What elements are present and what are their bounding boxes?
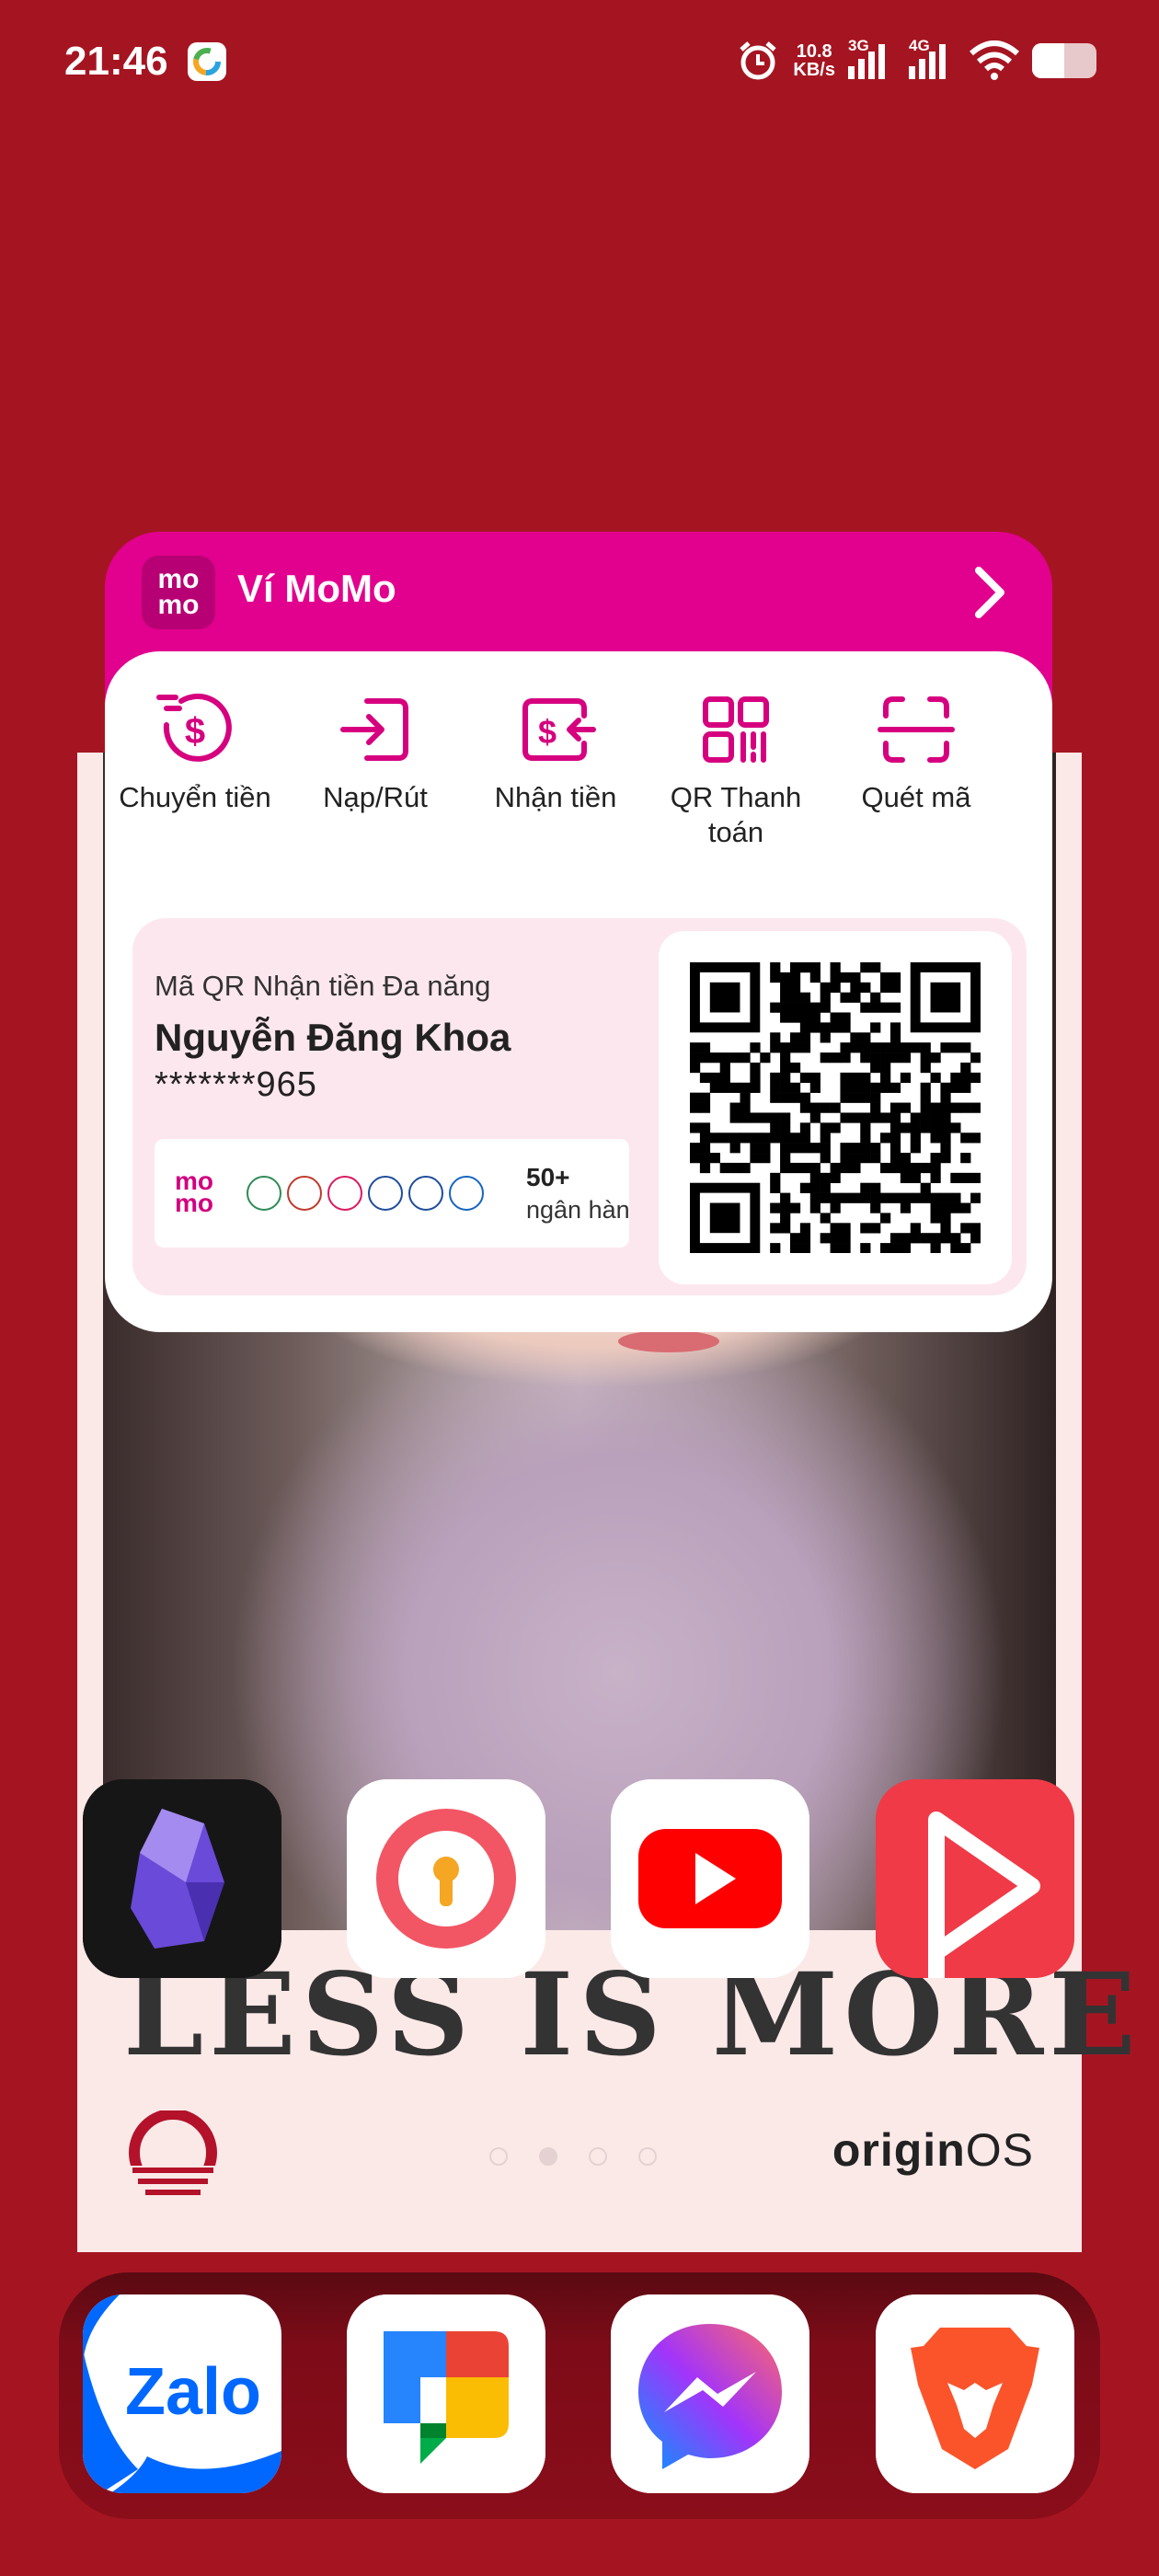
scan-code-label: Quét mã — [861, 781, 971, 813]
google-chat-icon — [347, 2294, 545, 2493]
google-chat-app[interactable] — [347, 2294, 545, 2493]
qr-code[interactable] — [659, 931, 1012, 1284]
keyhole-app-icon — [347, 1779, 545, 1978]
photo-detail — [618, 1330, 719, 1352]
video-player-app[interactable] — [876, 1779, 1074, 1978]
transfer-button[interactable]: $ Chuyển tiền — [105, 688, 285, 850]
qr-receive-card[interactable]: Mã QR Nhận tiền Đa năng Nguyễn Đăng Khoa… — [132, 918, 1027, 1295]
page-dot[interactable] — [589, 2147, 607, 2166]
zalo-app[interactable]: Zalo — [83, 2294, 281, 2493]
chevron-right-icon[interactable] — [966, 565, 1012, 620]
origin-logo-icon — [125, 2110, 221, 2202]
scan-icon — [878, 696, 955, 763]
receive-money-icon: $ — [522, 698, 596, 761]
receive-money-button[interactable]: $ Nhận tiền — [465, 688, 646, 850]
account-holder-name: Nguyễn Đăng Khoa — [155, 1016, 511, 1059]
brave-icon — [876, 2294, 1074, 2493]
network-speed-unit: KB/s — [793, 60, 835, 80]
alarm-icon — [740, 41, 777, 80]
momo-body: $ Chuyển tiền Nạp/Rút $ Nhận tiền QR Tha… — [105, 651, 1052, 1332]
svg-text:$: $ — [538, 713, 557, 751]
qr-code-image — [690, 962, 981, 1253]
bank-count: 50+ — [526, 1163, 570, 1191]
youtube-icon — [611, 1779, 809, 1978]
money-transfer-icon: $ — [156, 693, 232, 762]
network-speed-value: 10.8 — [796, 41, 832, 62]
network-speed: 10.8 KB/s — [793, 42, 835, 79]
os-brand-light: OS — [965, 2124, 1034, 2176]
scan-code-button[interactable]: Quét mã — [826, 688, 1006, 850]
transfer-label: Chuyển tiền — [119, 781, 271, 813]
signal-3g-label: 3G — [848, 37, 869, 54]
wifi-icon — [970, 40, 1019, 80]
keyhole-app[interactable] — [347, 1779, 545, 1978]
account-number: *******965 — [155, 1065, 317, 1104]
momo-mini-logo-icon: mo mo — [175, 1168, 213, 1217]
video-player-icon — [876, 1779, 1074, 1978]
supported-banks: momo 50+ ngân hàng — [155, 1139, 629, 1248]
signal-4g-icon: 4G — [909, 37, 957, 79]
page-dot[interactable] — [489, 2147, 508, 2166]
notification-app-icon — [188, 42, 226, 81]
momo-logo-icon: mo mo — [142, 556, 215, 629]
zalo-icon: Zalo — [83, 2294, 281, 2493]
qr-payment-label: QR Thanh toán — [670, 781, 802, 848]
momo-mini-logo-bottom: mo — [175, 1189, 213, 1217]
youtube-app[interactable] — [611, 1779, 809, 1978]
messenger-icon — [611, 2294, 809, 2493]
momo-logo-text-top: mo — [157, 564, 200, 594]
os-brand-bold: origin — [832, 2124, 966, 2176]
page-indicator[interactable] — [489, 2147, 657, 2166]
bank-count-unit: ngân hàng — [526, 1196, 629, 1224]
page-dot-active[interactable] — [539, 2147, 557, 2166]
momo-title: Ví MoMo — [237, 567, 396, 610]
bank-logos — [247, 1176, 484, 1211]
qr-code-icon — [703, 696, 769, 763]
topup-withdraw-label: Nạp/Rút — [323, 781, 428, 813]
qr-payment-button[interactable]: QR Thanh toán — [646, 688, 826, 850]
status-time: 21:46 — [64, 39, 168, 84]
momo-actions: $ Chuyển tiền Nạp/Rút $ Nhận tiền QR Tha… — [105, 688, 1052, 850]
battery-icon — [1032, 43, 1096, 78]
status-bar: 21:46 10.8 KB/s 3G 4G — [0, 0, 1159, 120]
receive-money-label: Nhận tiền — [494, 781, 617, 813]
signal-3g-icon: 3G — [848, 37, 896, 79]
topup-withdraw-button[interactable]: Nạp/Rút — [285, 688, 465, 850]
momo-logo-text-bottom: mo — [157, 590, 200, 620]
obsidian-icon — [83, 1779, 281, 1978]
zalo-text: Zalo — [125, 2355, 261, 2429]
brave-app[interactable] — [876, 2294, 1074, 2493]
momo-widget[interactable]: mo mo Ví MoMo $ Chuyển tiền Nạp/Rút $ Nh… — [105, 532, 1052, 1332]
qr-card-label: Mã QR Nhận tiền Đa năng — [155, 970, 491, 1002]
page-dot[interactable] — [638, 2147, 657, 2166]
messenger-app[interactable] — [611, 2294, 809, 2493]
os-brand: originOS — [832, 2123, 1034, 2177]
login-arrow-icon — [340, 698, 408, 761]
signal-4g-label: 4G — [909, 37, 930, 54]
obsidian-app[interactable] — [83, 1779, 281, 1978]
svg-text:$: $ — [185, 711, 205, 752]
